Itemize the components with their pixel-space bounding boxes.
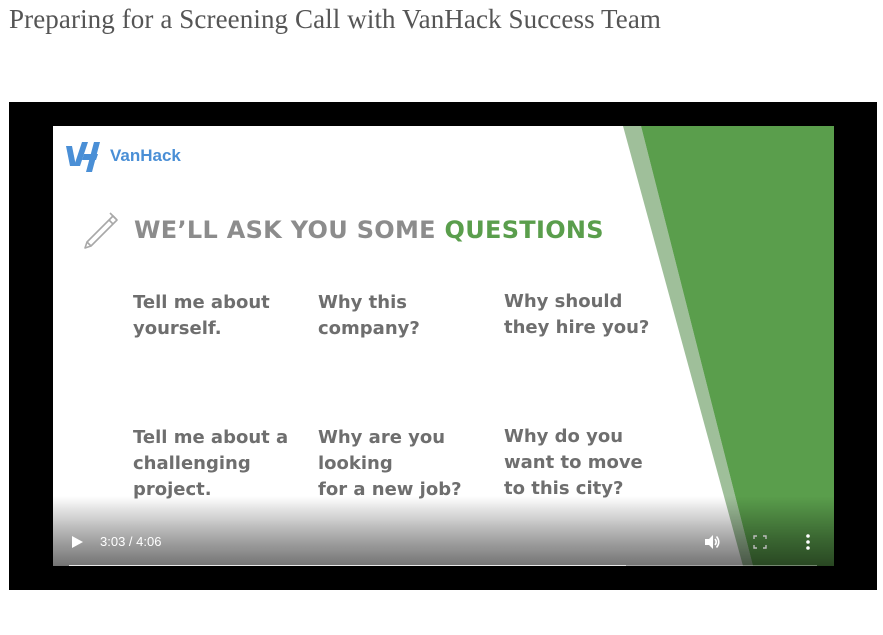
question-6: Why do you want to move to this city? [504,426,643,499]
slide-heading-main: WE’LL ASK YOU SOME [134,216,445,244]
vanhack-logo: VanHack [64,138,181,174]
volume-icon[interactable] [703,533,721,551]
question-4: Tell me about a challenging project. [133,427,289,500]
question-1: Tell me about yourself. [133,292,270,339]
slide-heading: WE’LL ASK YOU SOME QUESTIONS [134,216,604,244]
logo-text: VanHack [110,146,181,165]
progress-bar[interactable] [69,565,817,566]
page-title: Preparing for a Screening Call with VanH… [9,4,662,34]
controls-overlay [53,496,834,566]
question-2: Why this company? [318,292,420,339]
time-display: 3:03 / 4:06 [100,534,162,549]
pencil-icon [84,212,118,249]
fullscreen-icon[interactable] [753,535,767,549]
more-options-icon[interactable] [805,533,811,551]
question-5: Why are you looking for a new job? [318,427,462,500]
video-frame[interactable]: VanHack WE’LL ASK YOU SOME QUESTIONS Tel… [53,126,834,566]
play-icon[interactable] [70,535,84,549]
slide-heading-accent: QUESTIONS [444,216,604,244]
video-player[interactable]: VanHack WE’LL ASK YOU SOME QUESTIONS Tel… [9,102,877,590]
progress-fill [69,565,626,566]
vanhack-logo-icon [66,142,100,172]
question-3: Why should they hire you? [504,291,650,338]
